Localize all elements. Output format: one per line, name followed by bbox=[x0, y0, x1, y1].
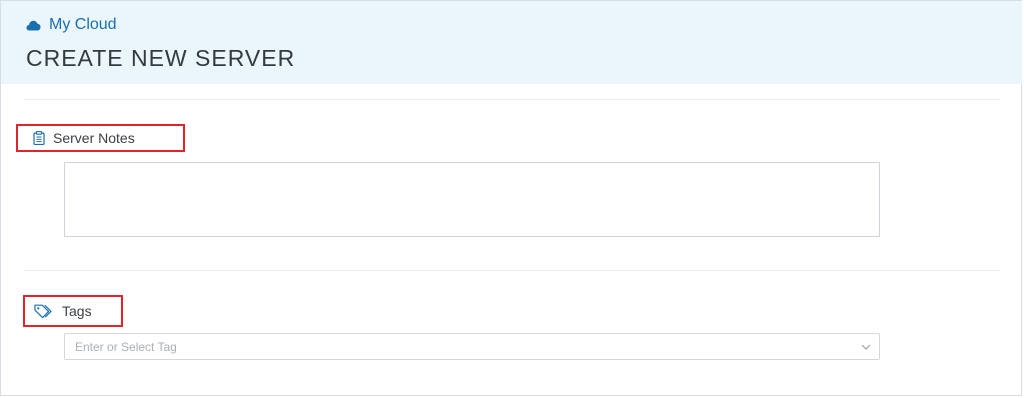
server-notes-textarea[interactable] bbox=[64, 162, 880, 237]
chevron-down-icon[interactable] bbox=[853, 334, 879, 359]
section-divider bbox=[24, 270, 1000, 271]
server-notes-label-text: Server Notes bbox=[53, 130, 135, 146]
tags-select[interactable] bbox=[64, 333, 880, 360]
clipboard-icon bbox=[33, 131, 45, 145]
tag-icon bbox=[34, 304, 52, 319]
server-notes-label: Server Notes bbox=[16, 124, 185, 152]
cloud-icon bbox=[26, 20, 41, 31]
breadcrumb[interactable]: My Cloud bbox=[26, 16, 117, 34]
page-header: My Cloud CREATE NEW SERVER bbox=[1, 1, 1022, 84]
tags-label: Tags bbox=[23, 295, 123, 327]
page-title: CREATE NEW SERVER bbox=[26, 45, 296, 71]
tags-label-text: Tags bbox=[62, 303, 92, 319]
breadcrumb-label[interactable]: My Cloud bbox=[49, 16, 117, 34]
section-divider bbox=[24, 99, 1000, 100]
tags-input[interactable] bbox=[65, 334, 853, 359]
